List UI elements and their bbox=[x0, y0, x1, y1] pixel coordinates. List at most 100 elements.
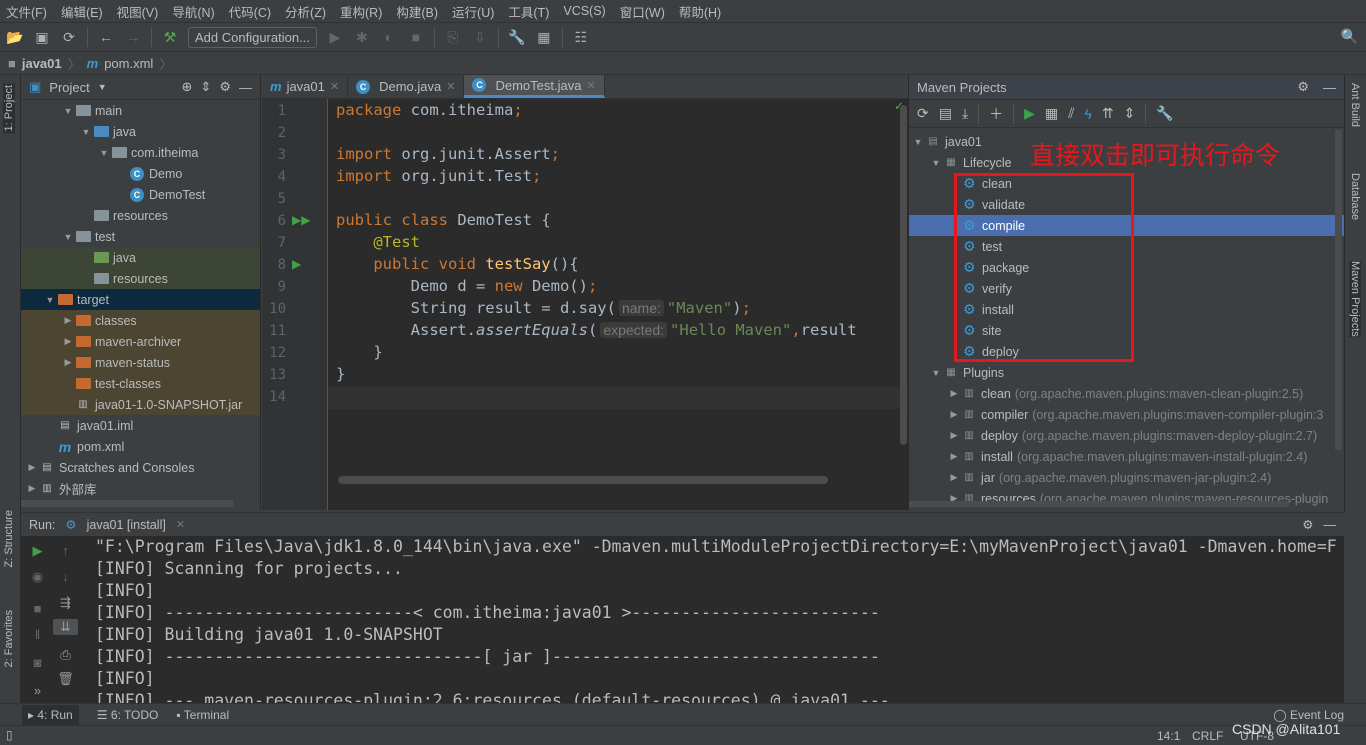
breadcrumb-file[interactable]: pom.xml bbox=[104, 56, 153, 71]
expand-arrow-closed-icon[interactable]: ▶ bbox=[947, 409, 961, 420]
expand-arrow-open-icon[interactable]: ▼ bbox=[97, 148, 111, 158]
event-log-button[interactable]: ◯ Event Log bbox=[1273, 708, 1344, 722]
menu-item[interactable]: 分析(Z) bbox=[285, 2, 326, 21]
show-dependencies-icon[interactable]: ⇈ bbox=[1102, 105, 1114, 122]
project-view-selector[interactable]: Project bbox=[49, 80, 89, 95]
stop-icon[interactable]: ■ bbox=[407, 29, 425, 45]
project-tree-item[interactable]: java bbox=[21, 247, 260, 268]
collapse-all-icon[interactable]: ⇕ bbox=[200, 79, 211, 95]
print-icon[interactable]: ⎙ bbox=[53, 647, 78, 663]
close-icon[interactable]: ✕ bbox=[446, 80, 455, 93]
stop-icon[interactable]: ◉ bbox=[25, 569, 50, 585]
debug-icon[interactable]: ✱ bbox=[353, 29, 371, 46]
generate-sources-icon[interactable]: ▤ bbox=[939, 105, 952, 122]
hide-icon[interactable]: — bbox=[1323, 80, 1336, 95]
menu-item[interactable]: 重构(R) bbox=[340, 2, 382, 21]
run-tool-button[interactable]: ▸ 4: Run bbox=[22, 704, 79, 725]
structure-tool-tab[interactable]: Z: Structure bbox=[3, 510, 15, 567]
expand-arrow-open-icon[interactable]: ▼ bbox=[61, 232, 75, 242]
project-structure-icon[interactable]: ▦ bbox=[535, 29, 553, 46]
menu-item[interactable]: 帮助(H) bbox=[679, 2, 721, 21]
menu-item[interactable]: 编辑(E) bbox=[61, 2, 103, 21]
add-icon[interactable]: ＋ bbox=[989, 104, 1003, 124]
expand-arrow-closed-icon[interactable]: ▶ bbox=[947, 388, 961, 399]
build-hammer-icon[interactable]: ⚒ bbox=[161, 29, 179, 46]
forward-icon[interactable]: → bbox=[124, 29, 142, 45]
vertical-scrollbar[interactable] bbox=[1335, 130, 1342, 450]
run-gutter-icon[interactable]: ▶▶ bbox=[292, 213, 310, 227]
project-tree-item[interactable]: ▶ maven-status bbox=[21, 352, 260, 373]
open-icon[interactable]: 📂 bbox=[6, 29, 24, 46]
todo-tool-button[interactable]: ☰ 6: TODO bbox=[97, 708, 159, 722]
terminal-tool-button[interactable]: ▪ Terminal bbox=[176, 708, 229, 722]
project-tree-item[interactable]: C Demo bbox=[21, 163, 260, 184]
expand-arrow-closed-icon[interactable]: ▶ bbox=[61, 315, 75, 326]
download-icon[interactable]: ⤓ bbox=[962, 105, 968, 122]
close-icon[interactable]: ✕ bbox=[330, 80, 339, 93]
expand-arrow-open-icon[interactable]: ▼ bbox=[929, 368, 943, 378]
maven-projects-tool-tab[interactable]: Maven Projects bbox=[1349, 261, 1361, 337]
project-tree-item[interactable]: ▼ target bbox=[21, 289, 260, 310]
run-gutter-icon[interactable]: ▶ bbox=[292, 257, 301, 271]
project-tree-item[interactable]: ▶ ▥ 外部库 bbox=[21, 478, 260, 499]
gear-icon[interactable]: ⚙ bbox=[219, 79, 231, 95]
expand-arrow-closed-icon[interactable]: ▶ bbox=[25, 483, 39, 494]
project-tree-item[interactable]: resources bbox=[21, 268, 260, 289]
collapse-all-icon[interactable]: ⇕ bbox=[1124, 105, 1136, 122]
run-maven-build-icon[interactable]: ▶ bbox=[1024, 105, 1035, 122]
favorites-tool-tab[interactable]: 2: Favorites bbox=[3, 610, 15, 667]
editor-tab[interactable]: m java01 ✕ bbox=[262, 75, 349, 98]
maven-tree-item[interactable]: ▼ ▦ Plugins bbox=[909, 362, 1344, 383]
rerun-icon[interactable]: ▶ bbox=[25, 543, 50, 559]
project-tree-item[interactable]: ▶ ▤ Scratches and Consoles bbox=[21, 457, 260, 478]
line-separator[interactable]: CRLF bbox=[1192, 729, 1223, 743]
stop-square-icon[interactable]: ■ bbox=[25, 601, 50, 616]
horizontal-scrollbar[interactable] bbox=[21, 500, 233, 507]
project-tree-item[interactable]: ▶ maven-archiver bbox=[21, 331, 260, 352]
editor-tab[interactable]: C DemoTest.java ✕ bbox=[464, 75, 605, 98]
reimport-icon[interactable]: ⟳ bbox=[917, 105, 929, 122]
expand-arrow-closed-icon[interactable]: ▶ bbox=[947, 430, 961, 441]
expand-arrow-open-icon[interactable]: ▼ bbox=[929, 158, 943, 168]
hide-icon[interactable]: — bbox=[1324, 518, 1337, 532]
maven-tree-item[interactable]: ▶ ▥ install (org.apache.maven.plugins:maven… bbox=[909, 446, 1344, 467]
menu-item[interactable]: 窗口(W) bbox=[620, 2, 665, 21]
project-tool-tab[interactable]: 1: Project bbox=[3, 83, 15, 134]
project-tree-item[interactable]: ▥ java01-1.0-SNAPSHOT.jar bbox=[21, 394, 260, 415]
project-tree-item[interactable]: ▤ java01.iml bbox=[21, 415, 260, 436]
clear-icon[interactable]: 🗑 bbox=[53, 671, 78, 687]
menu-item[interactable]: 工具(T) bbox=[508, 2, 549, 21]
down-icon[interactable]: ↓ bbox=[53, 569, 78, 584]
maven-tree-item[interactable]: ▶ ▥ clean (org.apache.maven.plugins:maven-c… bbox=[909, 383, 1344, 404]
close-icon[interactable]: ✕ bbox=[176, 518, 185, 531]
menu-item[interactable]: 文件(F) bbox=[6, 2, 47, 21]
run-tab[interactable]: java01 [install] bbox=[87, 518, 166, 532]
run-icon[interactable]: ▶ bbox=[326, 29, 344, 46]
search-everywhere-icon[interactable]: 🔍 bbox=[1341, 28, 1358, 45]
maven-tree-item[interactable]: ▶ ▥ jar (org.apache.maven.plugins:maven-jar… bbox=[909, 467, 1344, 488]
maven-tree-item[interactable]: ▶ ▥ deploy (org.apache.maven.plugins:maven-… bbox=[909, 425, 1344, 446]
expand-arrow-open-icon[interactable]: ▼ bbox=[61, 106, 75, 116]
toggle-tool-windows-icon[interactable]: ▯ bbox=[6, 728, 13, 742]
close-icon[interactable]: ✕ bbox=[586, 79, 595, 92]
skip-tests-icon[interactable]: ϟ bbox=[1084, 106, 1091, 122]
execute-maven-goal-icon[interactable]: ▦ bbox=[1045, 105, 1058, 122]
expand-arrow-closed-icon[interactable]: ▶ bbox=[947, 472, 961, 483]
ant-build-tool-tab[interactable]: Ant Build bbox=[1349, 83, 1361, 127]
locate-icon[interactable]: ⊕ bbox=[182, 79, 193, 95]
sync-icon[interactable]: ⟳ bbox=[60, 29, 78, 46]
gear-icon[interactable]: ⚙ bbox=[1302, 517, 1313, 532]
settings-wrench-icon[interactable]: 🔧 bbox=[508, 29, 526, 46]
caret-position[interactable]: 14:1 bbox=[1157, 729, 1180, 743]
expand-arrow-closed-icon[interactable]: ▶ bbox=[25, 462, 39, 473]
back-icon[interactable]: ← bbox=[97, 29, 115, 45]
project-tree-item[interactable]: test-classes bbox=[21, 373, 260, 394]
add-configuration-button[interactable]: Add Configuration... bbox=[188, 26, 317, 48]
vcs-update-icon[interactable]: ⎘ bbox=[444, 29, 462, 46]
expand-arrow-closed-icon[interactable]: ▶ bbox=[947, 451, 961, 462]
maven-settings-icon[interactable]: 🔧 bbox=[1156, 105, 1173, 122]
menu-item[interactable]: 视图(V) bbox=[117, 2, 159, 21]
vcs-commit-icon[interactable]: ⇩ bbox=[471, 29, 489, 46]
expand-arrow-open-icon[interactable]: ▼ bbox=[43, 295, 57, 305]
menu-item[interactable]: 构建(B) bbox=[396, 2, 438, 21]
